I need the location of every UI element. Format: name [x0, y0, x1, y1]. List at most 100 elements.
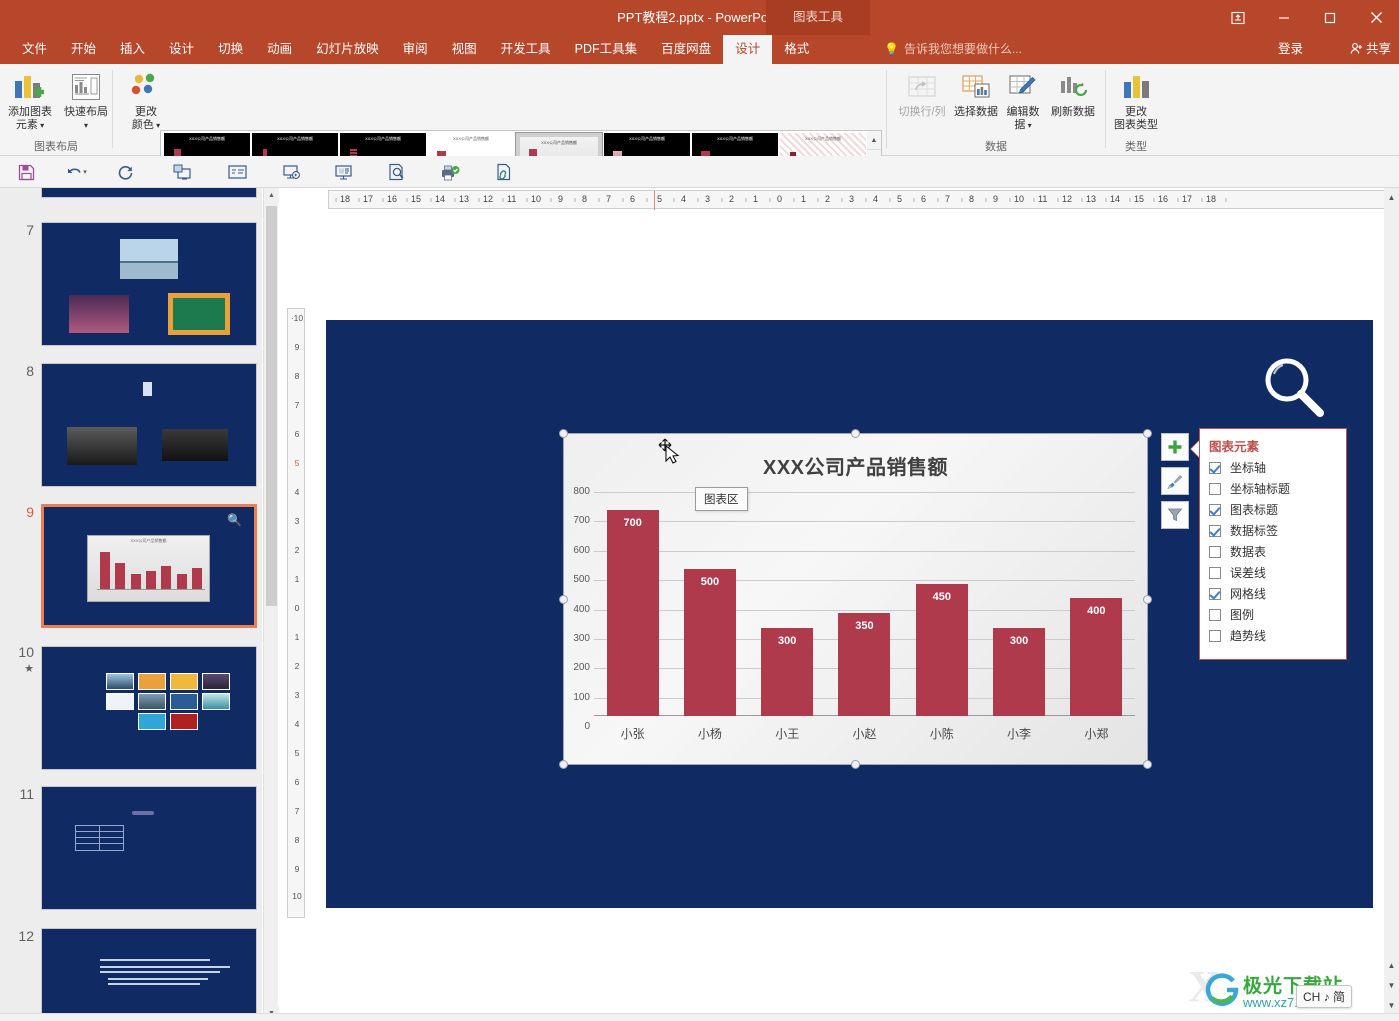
chart-element-axis-titles[interactable]: 坐标轴标题 [1209, 478, 1341, 499]
chart-element-data-labels[interactable]: 数据标签 [1209, 520, 1341, 541]
tell-me-search[interactable]: 💡 告诉我您想要做什么... [884, 35, 1022, 64]
quick-layout-button[interactable]: 快速布局 ▾ [58, 68, 114, 132]
tab-pdf-tools[interactable]: PDF工具集 [563, 35, 650, 64]
bar-2[interactable]: 300 [761, 627, 814, 716]
chart-element-error-bars[interactable]: 误差线 [1209, 562, 1341, 583]
ribbon-display-options-icon[interactable] [1215, 0, 1261, 35]
slide-thumbnail-6[interactable] [41, 188, 257, 198]
scroll-up-icon[interactable]: ▲ [264, 188, 279, 203]
edit-data-label-2: 据 [1014, 118, 1026, 131]
chart-plot-area[interactable]: 800 700 600 500 400 300 200 100 0 700 50… [573, 486, 1135, 732]
change-colors-button[interactable]: 更改 颜色 ▾ [118, 68, 174, 132]
tab-developer[interactable]: 开发工具 [489, 35, 563, 64]
edit-data-button[interactable]: 编辑数据 ▾ [1001, 68, 1045, 132]
chart-element-data-table[interactable]: 数据表 [1209, 541, 1341, 562]
checkbox-gridlines[interactable] [1209, 587, 1221, 600]
checkbox-data-labels[interactable] [1209, 524, 1221, 537]
tab-baidu-netdisk[interactable]: 百度网盘 [649, 35, 723, 64]
minimize-button[interactable] [1261, 0, 1307, 35]
tab-view[interactable]: 视图 [440, 35, 489, 64]
tab-review[interactable]: 审阅 [391, 35, 440, 64]
title-bar: PPT教程2.pptx - PowerPoint 图表工具 [0, 0, 1399, 35]
refresh-data-button[interactable]: 刷新数据 [1045, 68, 1101, 119]
scrollbar-thumb[interactable] [266, 206, 277, 606]
chart-filters-button[interactable] [1161, 501, 1189, 529]
add-chart-element-button[interactable]: 添加图表 元素 ▾ [2, 68, 58, 132]
tab-transitions[interactable]: 切换 [206, 35, 255, 64]
resize-handle-e[interactable] [1143, 595, 1152, 604]
resize-handle-s[interactable] [851, 760, 860, 769]
scroll-up-icon[interactable]: ▲ [1385, 190, 1398, 205]
tab-chart-design[interactable]: 设计 [723, 35, 773, 64]
gallery-scroll-up-icon[interactable]: ▲ [867, 131, 881, 151]
presenter-view-icon[interactable] [331, 160, 355, 184]
redo-icon[interactable] [113, 160, 137, 184]
close-button[interactable] [1353, 0, 1399, 35]
tab-chart-format[interactable]: 格式 [772, 35, 821, 64]
text-box-icon[interactable] [225, 160, 249, 184]
print-preview-icon[interactable] [385, 160, 409, 184]
ime-indicator[interactable]: CH ♪ 简 [1296, 985, 1353, 1008]
hyperlink-icon[interactable] [492, 160, 516, 184]
slide-thumbnail-7[interactable] [41, 222, 257, 346]
slideshow-icon[interactable] [279, 160, 303, 184]
resize-handle-ne[interactable] [1143, 429, 1152, 438]
switch-row-column-label: 切换行/列 [898, 106, 946, 118]
resize-handle-se[interactable] [1143, 760, 1152, 769]
change-chart-type-button[interactable]: 更改 图表类型 [1108, 68, 1164, 131]
slide-thumbnail-11[interactable] [41, 786, 257, 910]
checkbox-axis-titles[interactable] [1209, 482, 1221, 495]
checkbox-legend[interactable] [1209, 608, 1221, 621]
slide-thumbnail-panel[interactable]: 7 8 9 🔍 XXX公司产品销售额 10 ★ 11 12 [0, 188, 262, 1021]
bar-4[interactable]: 450 [915, 583, 968, 716]
tab-insert[interactable]: 插入 [108, 35, 157, 64]
chart-element-gridlines[interactable]: 网格线 [1209, 583, 1341, 604]
popup-title: 图表元素 [1209, 440, 1260, 454]
add-chart-element-icon [2, 68, 58, 106]
start-from-beginning-icon[interactable] [170, 160, 194, 184]
slide-thumbnail-8[interactable] [41, 363, 257, 487]
share-button[interactable]: 共享 [1346, 35, 1391, 64]
chart-elements-popup[interactable]: 图表元素 坐标轴 坐标轴标题 图表标题 数据标签 数据表 误差线 网格线 图例 … [1199, 428, 1347, 660]
tab-design[interactable]: 设计 [157, 35, 206, 64]
tab-file[interactable]: 文件 [10, 35, 59, 64]
bar-3[interactable]: 350 [838, 613, 891, 716]
checkbox-axes[interactable] [1209, 461, 1221, 474]
tab-slideshow[interactable]: 幻灯片放映 [304, 35, 391, 64]
select-data-button[interactable]: 选择数据 [949, 68, 1003, 119]
slide-area-scrollbar[interactable]: ▲ ▲ ▼ ▼ [1384, 188, 1399, 1021]
slide-panel-scrollbar[interactable]: ▲ ▼ [263, 188, 279, 1021]
slide-thumbnail-12[interactable] [41, 928, 257, 1021]
save-icon[interactable] [14, 160, 38, 184]
sign-in-link[interactable]: 登录 [1278, 35, 1303, 64]
undo-dropdown-icon[interactable]: ▾ [80, 160, 90, 184]
slide-thumbnail-10[interactable] [41, 646, 257, 770]
chart-elements-button[interactable] [1161, 433, 1189, 461]
chart-element-chart-title[interactable]: 图表标题 [1209, 499, 1341, 520]
resize-handle-n[interactable] [851, 429, 860, 438]
chart-element-trendline[interactable]: 趋势线 [1209, 625, 1341, 646]
chart-styles-button[interactable] [1161, 467, 1189, 495]
chart-element-legend[interactable]: 图例 [1209, 604, 1341, 625]
bar-5[interactable]: 300 [993, 627, 1046, 716]
chart-element-axes[interactable]: 坐标轴 [1209, 457, 1341, 478]
tab-animations[interactable]: 动画 [255, 35, 304, 64]
slide-thumbnail-9[interactable]: 🔍 XXX公司产品销售额 [41, 504, 257, 628]
bar-6[interactable]: 400 [1070, 598, 1123, 716]
chart-object[interactable]: XXX公司产品销售额 800 700 600 500 400 300 200 1… [563, 433, 1148, 765]
change-colors-icon [118, 68, 174, 106]
bar-1[interactable]: 500 [683, 569, 736, 716]
resize-handle-sw[interactable] [559, 760, 568, 769]
resize-handle-w[interactable] [559, 595, 568, 604]
bar-0[interactable]: 700 [606, 510, 659, 716]
checkbox-data-table[interactable] [1209, 545, 1221, 558]
tab-home[interactable]: 开始 [59, 35, 108, 64]
export-pdf-icon[interactable] [438, 160, 462, 184]
checkbox-error-bars[interactable] [1209, 566, 1221, 579]
resize-handle-nw[interactable] [559, 429, 568, 438]
chart-title[interactable]: XXX公司产品销售额 [564, 451, 1147, 480]
window-title: PPT教程2.pptx - PowerPoint [617, 10, 782, 25]
maximize-button[interactable] [1307, 0, 1353, 35]
checkbox-trendline[interactable] [1209, 629, 1221, 642]
checkbox-chart-title[interactable] [1209, 503, 1221, 516]
